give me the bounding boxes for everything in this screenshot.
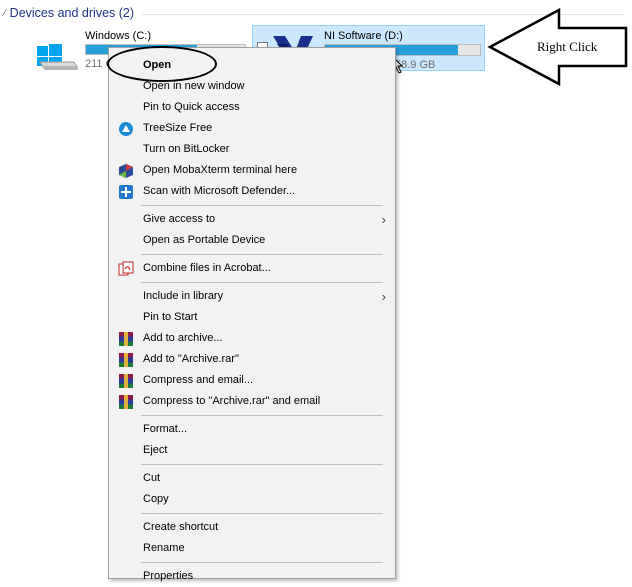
chevron-right-icon: › xyxy=(381,212,386,227)
menu-separator xyxy=(141,254,383,255)
menu-item-label: Create shortcut xyxy=(143,521,219,533)
right-click-label: Right Click xyxy=(537,39,598,54)
menu-item-cut[interactable]: Cut xyxy=(109,468,395,489)
menu-item-mobaxterm[interactable]: Open MobaXterm terminal here xyxy=(109,160,395,181)
menu-item-label: Open as Portable Device xyxy=(143,234,266,246)
section-title: Devices and drives (2) xyxy=(9,6,135,20)
windows-drive-icon xyxy=(37,44,78,70)
menu-separator xyxy=(141,513,383,514)
menu-item-pin-quick-access[interactable]: Pin to Quick access xyxy=(109,97,395,118)
menu-item-label: Combine files in Acrobat... xyxy=(143,262,271,274)
menu-item-rename[interactable]: Rename xyxy=(109,538,395,559)
open-highlight-circle xyxy=(107,46,217,82)
menu-item-bitlocker[interactable]: Turn on BitLocker xyxy=(109,139,395,160)
chevron-right-icon: › xyxy=(381,289,386,304)
menu-item-compress-email[interactable]: Compress and email... xyxy=(109,370,395,391)
menu-item-label: TreeSize Free xyxy=(143,122,213,134)
menu-item-label: Add to "Archive.rar" xyxy=(143,353,239,365)
menu-separator xyxy=(141,415,383,416)
menu-item-compress-rar-email[interactable]: Compress to "Archive.rar" and email xyxy=(109,391,395,412)
menu-item-include-library[interactable]: Include in library › xyxy=(109,286,395,307)
menu-item-label: Compress and email... xyxy=(143,374,254,386)
menu-item-label: Properties xyxy=(143,570,194,582)
menu-item-copy[interactable]: Copy xyxy=(109,489,395,510)
menu-item-create-shortcut[interactable]: Create shortcut xyxy=(109,517,395,538)
menu-item-add-archive[interactable]: Add to archive... xyxy=(109,328,395,349)
menu-item-label: Rename xyxy=(143,542,185,554)
menu-item-properties[interactable]: Properties xyxy=(109,566,395,587)
menu-item-label: Compress to "Archive.rar" and email xyxy=(143,395,321,407)
menu-item-label: Pin to Quick access xyxy=(143,101,240,113)
defender-shield-icon xyxy=(119,185,133,199)
menu-item-label: Cut xyxy=(143,472,161,484)
menu-item-pin-start[interactable]: Pin to Start xyxy=(109,307,395,328)
menu-separator xyxy=(141,205,383,206)
winrar-icon xyxy=(119,395,133,409)
menu-item-give-access[interactable]: Give access to › xyxy=(109,209,395,230)
menu-item-label: Eject xyxy=(143,444,168,456)
menu-item-acrobat[interactable]: Combine files in Acrobat... xyxy=(109,258,395,279)
menu-item-defender[interactable]: Scan with Microsoft Defender... xyxy=(109,181,395,202)
chevron-down-icon: ⁄ xyxy=(4,7,6,19)
menu-item-treesize[interactable]: TreeSize Free xyxy=(109,118,395,139)
context-menu: Open Open in new window Pin to Quick acc… xyxy=(108,47,396,582)
menu-item-add-archive-rar[interactable]: Add to "Archive.rar" xyxy=(109,349,395,370)
menu-item-eject[interactable]: Eject xyxy=(109,440,395,461)
menu-separator xyxy=(141,562,383,563)
menu-item-label: Copy xyxy=(143,493,169,505)
winrar-icon xyxy=(119,374,133,388)
acrobat-combine-icon xyxy=(118,261,134,276)
menu-separator xyxy=(141,464,383,465)
menu-separator xyxy=(141,282,383,283)
menu-item-label: Format... xyxy=(143,423,188,435)
menu-item-label: Pin to Start xyxy=(143,311,198,323)
winrar-icon xyxy=(119,332,133,346)
menu-item-label: Open MobaXterm terminal here xyxy=(143,164,298,176)
drive-c-name: Windows (C:) xyxy=(85,30,152,42)
menu-item-label: Give access to xyxy=(143,213,216,225)
menu-item-label: Scan with Microsoft Defender... xyxy=(143,185,296,197)
winrar-icon xyxy=(119,353,133,367)
drive-d-name: NI Software (D:) xyxy=(324,30,403,42)
menu-item-label: Turn on BitLocker xyxy=(143,143,230,155)
menu-item-label: Add to archive... xyxy=(143,332,223,344)
menu-item-label: Include in library xyxy=(143,290,224,302)
menu-item-portable-device[interactable]: Open as Portable Device xyxy=(109,230,395,251)
treesize-icon xyxy=(119,122,133,136)
menu-item-format[interactable]: Format... xyxy=(109,419,395,440)
mobaxterm-icon xyxy=(119,164,133,178)
